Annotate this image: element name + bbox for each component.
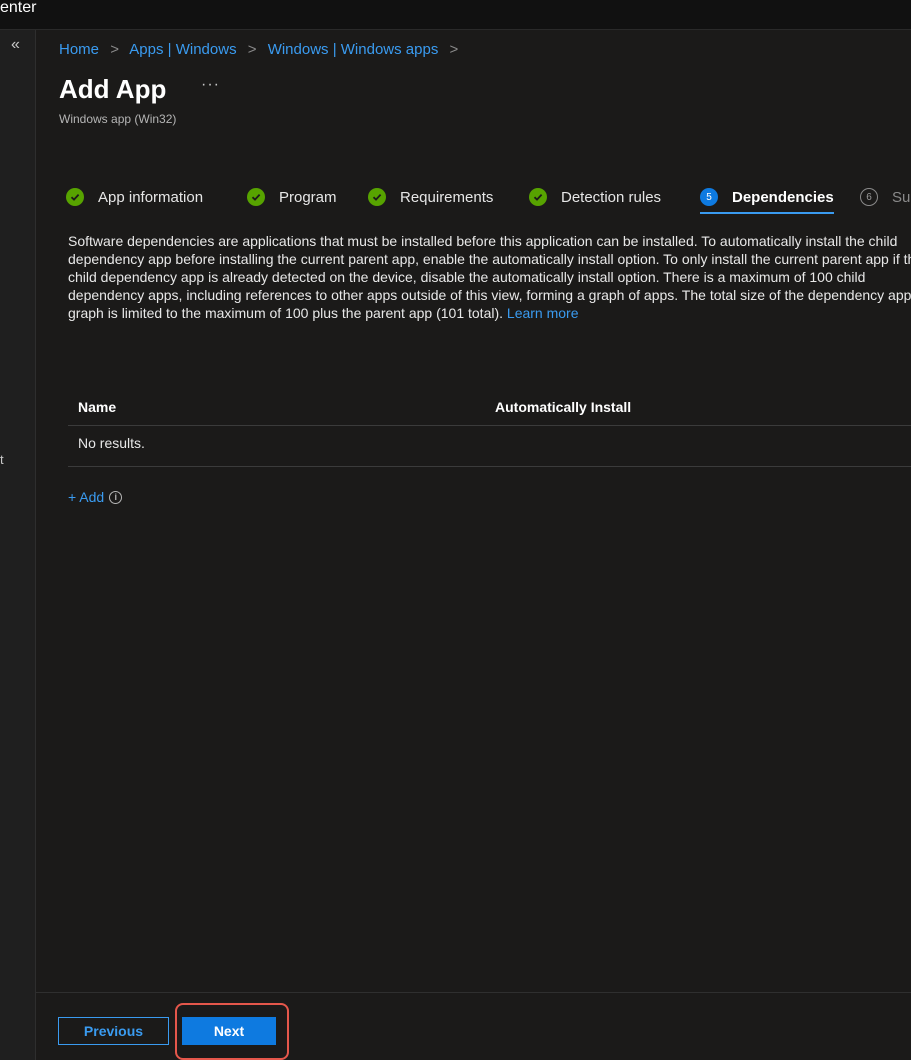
step-requirements[interactable]: Requirements bbox=[368, 180, 493, 214]
step-number-badge: 5 bbox=[700, 188, 718, 206]
breadcrumb: Home > Apps | Windows > Windows | Window… bbox=[59, 41, 465, 58]
column-header-automatically-install[interactable]: Automatically Install bbox=[495, 388, 631, 426]
page-title: Add App bbox=[59, 74, 167, 104]
sidebar: « t bbox=[0, 30, 36, 1060]
empty-state-text: No results. bbox=[78, 435, 145, 451]
breadcrumb-windows-apps[interactable]: Windows | Windows apps bbox=[268, 41, 439, 58]
step-summary[interactable]: 6 Su bbox=[860, 180, 910, 214]
check-icon bbox=[247, 188, 265, 206]
more-options-icon[interactable]: ··· bbox=[201, 76, 220, 94]
next-button[interactable]: Next bbox=[182, 1017, 276, 1045]
table-header-row: Name Automatically Install bbox=[68, 388, 911, 426]
column-header-name[interactable]: Name bbox=[78, 388, 116, 426]
check-icon bbox=[529, 188, 547, 206]
info-icon[interactable]: i bbox=[109, 490, 123, 504]
breadcrumb-separator: > bbox=[247, 41, 257, 58]
breadcrumb-separator: > bbox=[110, 41, 119, 58]
previous-button[interactable]: Previous bbox=[58, 1017, 169, 1045]
step-label: Dependencies bbox=[732, 188, 834, 206]
step-app-information[interactable]: App information bbox=[66, 180, 203, 214]
top-bar: enter bbox=[0, 0, 911, 30]
dependencies-table: Name Automatically Install No results. bbox=[68, 388, 911, 467]
step-dependencies[interactable]: 5 Dependencies bbox=[700, 180, 834, 214]
table-row: No results. bbox=[68, 426, 911, 467]
main-content: Home > Apps | Windows > Windows | Window… bbox=[36, 30, 911, 1060]
step-label: Requirements bbox=[400, 188, 494, 206]
step-program[interactable]: Program bbox=[247, 180, 337, 214]
description-text: Software dependencies are applications t… bbox=[68, 233, 911, 321]
learn-more-link[interactable]: Learn more bbox=[507, 305, 579, 321]
step-label: App information bbox=[98, 188, 204, 206]
collapse-sidebar-icon[interactable]: « bbox=[11, 36, 20, 54]
page-subtitle: Windows app (Win32) bbox=[59, 112, 177, 126]
wizard-footer: Previous Next bbox=[36, 992, 911, 1060]
step-label: Detection rules bbox=[561, 188, 662, 206]
add-label: + Add bbox=[68, 489, 105, 505]
dependencies-description: Software dependencies are applications t… bbox=[68, 232, 911, 352]
breadcrumb-home[interactable]: Home bbox=[59, 41, 99, 58]
add-dependency-button[interactable]: + Add i bbox=[68, 489, 123, 505]
check-icon bbox=[368, 188, 386, 206]
step-detection-rules[interactable]: Detection rules bbox=[529, 180, 661, 214]
step-label: Program bbox=[279, 188, 337, 206]
breadcrumb-apps-windows[interactable]: Apps | Windows bbox=[129, 41, 236, 58]
step-label: Su bbox=[892, 188, 911, 206]
sidebar-item-label[interactable]: t bbox=[0, 452, 4, 467]
breadcrumb-separator: > bbox=[449, 41, 459, 58]
app-title: enter bbox=[0, 0, 37, 16]
step-number-badge: 6 bbox=[860, 188, 878, 206]
check-icon bbox=[66, 188, 84, 206]
